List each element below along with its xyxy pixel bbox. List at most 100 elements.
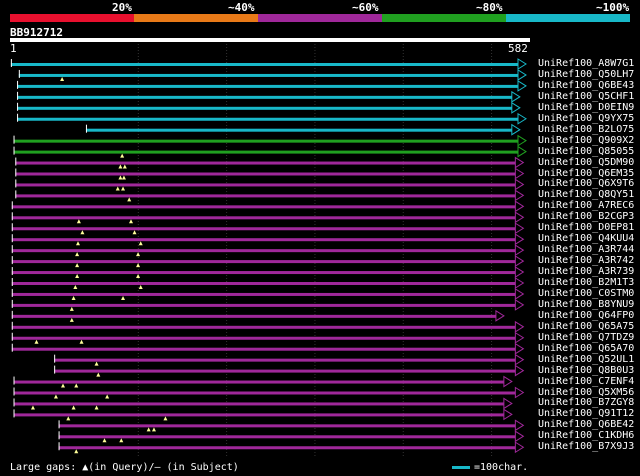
hit-bar[interactable] (11, 325, 516, 329)
hit-bar[interactable] (17, 117, 518, 121)
hit-label[interactable]: UniRef100_A3R739 (538, 267, 634, 277)
hit-bar[interactable] (11, 260, 516, 264)
hit-label[interactable]: UniRef100_A3R744 (538, 245, 634, 255)
hit-label[interactable]: UniRef100_A8W7G1 (538, 59, 634, 69)
gap-marker-icon (66, 416, 71, 421)
hit-label[interactable]: UniRef100_B7X9J3 (538, 442, 634, 452)
hit-label[interactable]: UniRef100_Q6EM35 (538, 168, 634, 179)
hit-bar[interactable] (54, 358, 516, 362)
hit-label[interactable]: UniRef100_Q6X9T6 (538, 179, 634, 189)
hit-label[interactable]: UniRef100_D0EIN9 (538, 102, 634, 113)
hit-bar[interactable] (58, 435, 516, 439)
gap-marker-icon (60, 76, 65, 81)
hit-bar[interactable] (17, 84, 518, 88)
hit-label[interactable]: UniRef100_B8YNU9 (538, 299, 634, 310)
hit-start-tick (58, 442, 60, 451)
hit-label[interactable]: UniRef100_Q52UL1 (538, 354, 634, 365)
hit-bar[interactable] (85, 128, 512, 132)
gap-marker-icon (118, 175, 123, 180)
hit-start-tick (11, 267, 13, 276)
hit-bar[interactable] (13, 413, 504, 417)
hit-start-tick (11, 201, 13, 210)
hit-arrow-icon (514, 386, 525, 399)
hit-bar[interactable] (15, 194, 516, 198)
hit-label[interactable]: UniRef100_C0STM0 (538, 288, 634, 299)
hit-label[interactable]: UniRef100_B2M1T3 (538, 278, 634, 288)
hit-arrow-icon (514, 353, 525, 366)
hit-bar[interactable] (18, 73, 519, 77)
hit-label[interactable]: UniRef100_Q7TDZ9 (538, 332, 634, 343)
hit-bar[interactable] (13, 139, 518, 143)
hit-bar[interactable] (13, 391, 516, 395)
gap-marker-icon (136, 274, 141, 279)
gap-marker-icon (79, 339, 84, 344)
hit-start-tick (11, 234, 13, 243)
hit-bar[interactable] (10, 63, 519, 66)
hit-bar[interactable] (11, 314, 496, 318)
hit-bar[interactable] (54, 369, 516, 373)
gap-marker-icon (120, 153, 125, 158)
hit-label[interactable]: UniRef100_Q5CHF1 (538, 91, 634, 102)
hit-bar[interactable] (58, 446, 516, 450)
hit-bar[interactable] (17, 95, 512, 99)
gap-marker-icon (102, 438, 107, 443)
hit-bar[interactable] (15, 172, 516, 176)
hit-label[interactable]: UniRef100_Q64FP0 (538, 310, 634, 321)
hit-bar[interactable] (15, 183, 516, 187)
hit-arrow-icon (514, 244, 525, 257)
hit-bar[interactable] (13, 380, 504, 384)
hit-arrow-icon (517, 58, 527, 70)
hit-label[interactable]: UniRef100_B7ZGY8 (538, 398, 634, 408)
hit-start-tick (11, 278, 13, 286)
gap-marker-icon (118, 164, 123, 169)
hit-label[interactable]: UniRef100_Q91T12 (538, 409, 634, 419)
hit-label[interactable]: UniRef100_B2LO75 (538, 124, 634, 135)
hit-label[interactable]: UniRef100_A3R742 (538, 256, 634, 266)
hit-bar[interactable] (15, 161, 516, 165)
hit-label[interactable]: UniRef100_Q5DM90 (538, 157, 634, 168)
hit-label[interactable]: UniRef100_Q65A70 (538, 343, 634, 354)
hit-bar[interactable] (11, 238, 516, 242)
hit-label[interactable]: UniRef100_Q65A75 (538, 321, 634, 332)
hit-label[interactable]: UniRef100_Q50LH7 (538, 69, 634, 80)
hit-label[interactable]: UniRef100_C1KDH6 (538, 431, 634, 441)
hit-label[interactable]: UniRef100_A7REC6 (538, 201, 634, 211)
hit-bar[interactable] (11, 271, 516, 275)
hit-start-tick (11, 310, 13, 319)
hit-start-tick (11, 343, 13, 352)
hit-bar[interactable] (11, 282, 516, 285)
hit-arrow-icon (517, 112, 527, 125)
hit-start-tick (11, 212, 13, 221)
hit-label[interactable]: UniRef100_D0EP81 (538, 223, 634, 233)
hit-label[interactable]: UniRef100_Q6BE42 (538, 420, 634, 430)
hit-bar[interactable] (13, 150, 518, 154)
hit-label[interactable]: UniRef100_B2CGP3 (538, 212, 634, 222)
hit-bar[interactable] (58, 424, 516, 428)
gap-marker-icon (122, 164, 127, 169)
hit-bar[interactable] (11, 347, 516, 351)
hit-bar[interactable] (11, 227, 516, 231)
hit-label[interactable]: UniRef100_Q85055 (538, 146, 634, 157)
hit-label[interactable]: UniRef100_Q4KUU4 (538, 234, 634, 244)
hit-label[interactable]: UniRef100_Q8B0U3 (538, 365, 634, 376)
hit-start-tick (17, 80, 19, 89)
hit-bar[interactable] (11, 216, 516, 220)
hit-label[interactable]: UniRef100_Q6BE43 (538, 80, 634, 91)
hit-start-tick (11, 223, 13, 232)
hit-bar[interactable] (17, 106, 512, 110)
hit-arrow-icon (517, 145, 527, 158)
hit-start-tick (13, 376, 15, 385)
gap-marker-icon (146, 427, 151, 432)
hit-bar[interactable] (11, 205, 516, 209)
hit-bar[interactable] (13, 402, 504, 406)
hit-label[interactable]: UniRef100_Q5XM56 (538, 387, 634, 398)
hit-label[interactable]: UniRef100_Q8QY51 (538, 190, 634, 200)
hit-bar[interactable] (11, 303, 516, 307)
hit-bar[interactable] (11, 292, 516, 296)
hit-bar[interactable] (11, 249, 516, 253)
hit-label[interactable]: UniRef100_Q9YX75 (538, 113, 634, 124)
gap-marker-icon (60, 383, 65, 388)
hit-label[interactable]: UniRef100_Q909X2 (538, 135, 634, 146)
hit-label[interactable]: UniRef100_C7ENF4 (538, 376, 634, 387)
hit-bar[interactable] (11, 336, 516, 340)
